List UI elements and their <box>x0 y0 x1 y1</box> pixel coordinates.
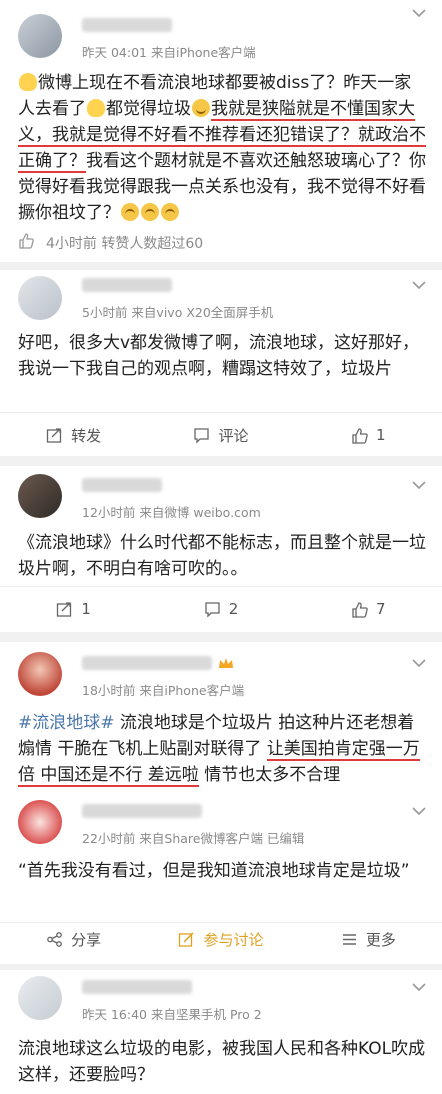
chick-emoji-icon <box>87 99 105 117</box>
post-body: 微博上现在不看流浪地球都要被diss了？昨天一家人去看了 都觉得垃圾 我就是狭隘就是… <box>18 73 426 223</box>
username-blurred[interactable] <box>82 656 212 670</box>
post-6: 昨天 16:40 来自坚果手机 Pro 2 流浪地球这么垃圾的电影，被我国人民和… <box>0 970 442 1094</box>
hashtag-link[interactable]: #流浪地球# <box>18 713 115 733</box>
repost-button[interactable]: 转发 <box>0 413 147 457</box>
chevron-down-icon[interactable] <box>412 280 426 290</box>
post-stats: 4小时前 转赞人数超过60 <box>46 236 204 252</box>
avatar[interactable] <box>18 276 62 320</box>
post-meta: 18小时前 来自iPhone客户端 <box>82 683 245 698</box>
action-bar: 分享 参与讨论 更多 <box>0 922 442 955</box>
separator <box>0 456 442 466</box>
post-body: #流浪地球# 流浪地球是个垃圾片 拍这种片还老想着煽情 干脆在飞机上贴副对联得了… <box>18 713 420 787</box>
avatar[interactable] <box>18 652 62 696</box>
chevron-down-icon[interactable] <box>412 480 426 490</box>
repost-icon <box>47 427 62 443</box>
post-1: 昨天 04:01 来自iPhone客户端 微博上现在不看流浪地球都要被diss了… <box>0 0 442 262</box>
post-5: 22小时前 来自Share微博客户端 已编辑 “首先我没有看过，但是我知道流浪地… <box>0 792 442 954</box>
post-meta: 22小时前 来自Share微博客户端 已编辑 <box>82 831 305 846</box>
comment-button[interactable]: 2 <box>147 587 294 631</box>
discuss-button[interactable]: 参与讨论 <box>147 923 294 955</box>
upside-down-emoji-icon <box>121 203 139 221</box>
separator <box>0 262 442 270</box>
username-blurred[interactable] <box>82 478 162 492</box>
post-meta: 12小时前 来自微博 weibo.com <box>82 505 261 520</box>
action-bar: 1 2 7 <box>0 586 442 631</box>
username-blurred[interactable] <box>82 18 172 32</box>
menu-icon <box>342 933 356 945</box>
like-icon[interactable] <box>18 233 34 249</box>
avatar[interactable] <box>18 14 62 58</box>
action-bar: 转发 评论 1 <box>0 412 442 457</box>
avatar[interactable] <box>18 976 62 1020</box>
chevron-down-icon[interactable] <box>412 982 426 992</box>
post-meta: 昨天 04:01 来自iPhone客户端 <box>82 45 256 60</box>
like-button[interactable]: 7 <box>295 587 442 631</box>
comment-icon <box>205 601 220 618</box>
post-3: 12小时前 来自微博 weibo.com 《流浪地球》什么时代都不能标志，而且整… <box>0 466 442 632</box>
post-4: 18小时前 来自iPhone客户端 #流浪地球# 流浪地球是个垃圾片 拍这种片还… <box>0 642 442 792</box>
like-button[interactable]: 1 <box>295 413 442 457</box>
like-icon <box>352 427 368 444</box>
repost-icon <box>57 601 72 617</box>
username-blurred[interactable] <box>82 804 202 818</box>
upside-down-emoji-icon <box>141 203 159 221</box>
post-2: 5小时前 来自vivo X20全面屏手机 好吧，很多大v都发微博了啊，流浪地球，… <box>0 270 442 456</box>
chevron-down-icon[interactable] <box>412 806 426 816</box>
separator <box>0 632 442 642</box>
vip-crown-icon <box>219 658 233 668</box>
avatar[interactable] <box>18 474 62 518</box>
comment-icon <box>194 427 210 444</box>
more-button[interactable]: 更多 <box>295 923 442 955</box>
avatar[interactable] <box>18 800 62 844</box>
comment-button[interactable]: 评论 <box>147 413 294 457</box>
post-body: 流浪地球这么垃圾的电影，被我国人民和各种KOL吹成这样，还要脸吗？ <box>18 1039 426 1085</box>
smile-emoji-icon <box>192 99 210 117</box>
edit-icon <box>179 931 195 947</box>
share-button[interactable]: 分享 <box>0 923 147 955</box>
chevron-down-icon[interactable] <box>412 8 426 18</box>
upside-down-emoji-icon <box>161 203 179 221</box>
post-body: 《流浪地球》什么时代都不能标志，而且整个就是一垃圾片啊，不明白有啥可吹的。。 <box>18 533 426 579</box>
share-icon <box>47 931 63 947</box>
post-body: “首先我没有看过，但是我知道流浪地球肯定是垃圾” <box>18 861 410 881</box>
repost-button[interactable]: 1 <box>0 587 147 631</box>
chevron-down-icon[interactable] <box>412 658 426 668</box>
username-blurred[interactable] <box>82 278 172 292</box>
like-icon <box>352 601 368 618</box>
post-body: 好吧，很多大v都发微博了啊，流浪地球，这好那好，我说一下我自己的观点啊，糟蹋这特… <box>18 333 420 379</box>
chick-emoji-icon <box>19 73 37 91</box>
post-meta: 5小时前 来自vivo X20全面屏手机 <box>82 305 274 320</box>
username-blurred[interactable] <box>82 980 192 994</box>
post-meta: 昨天 16:40 来自坚果手机 Pro 2 <box>82 1007 262 1022</box>
